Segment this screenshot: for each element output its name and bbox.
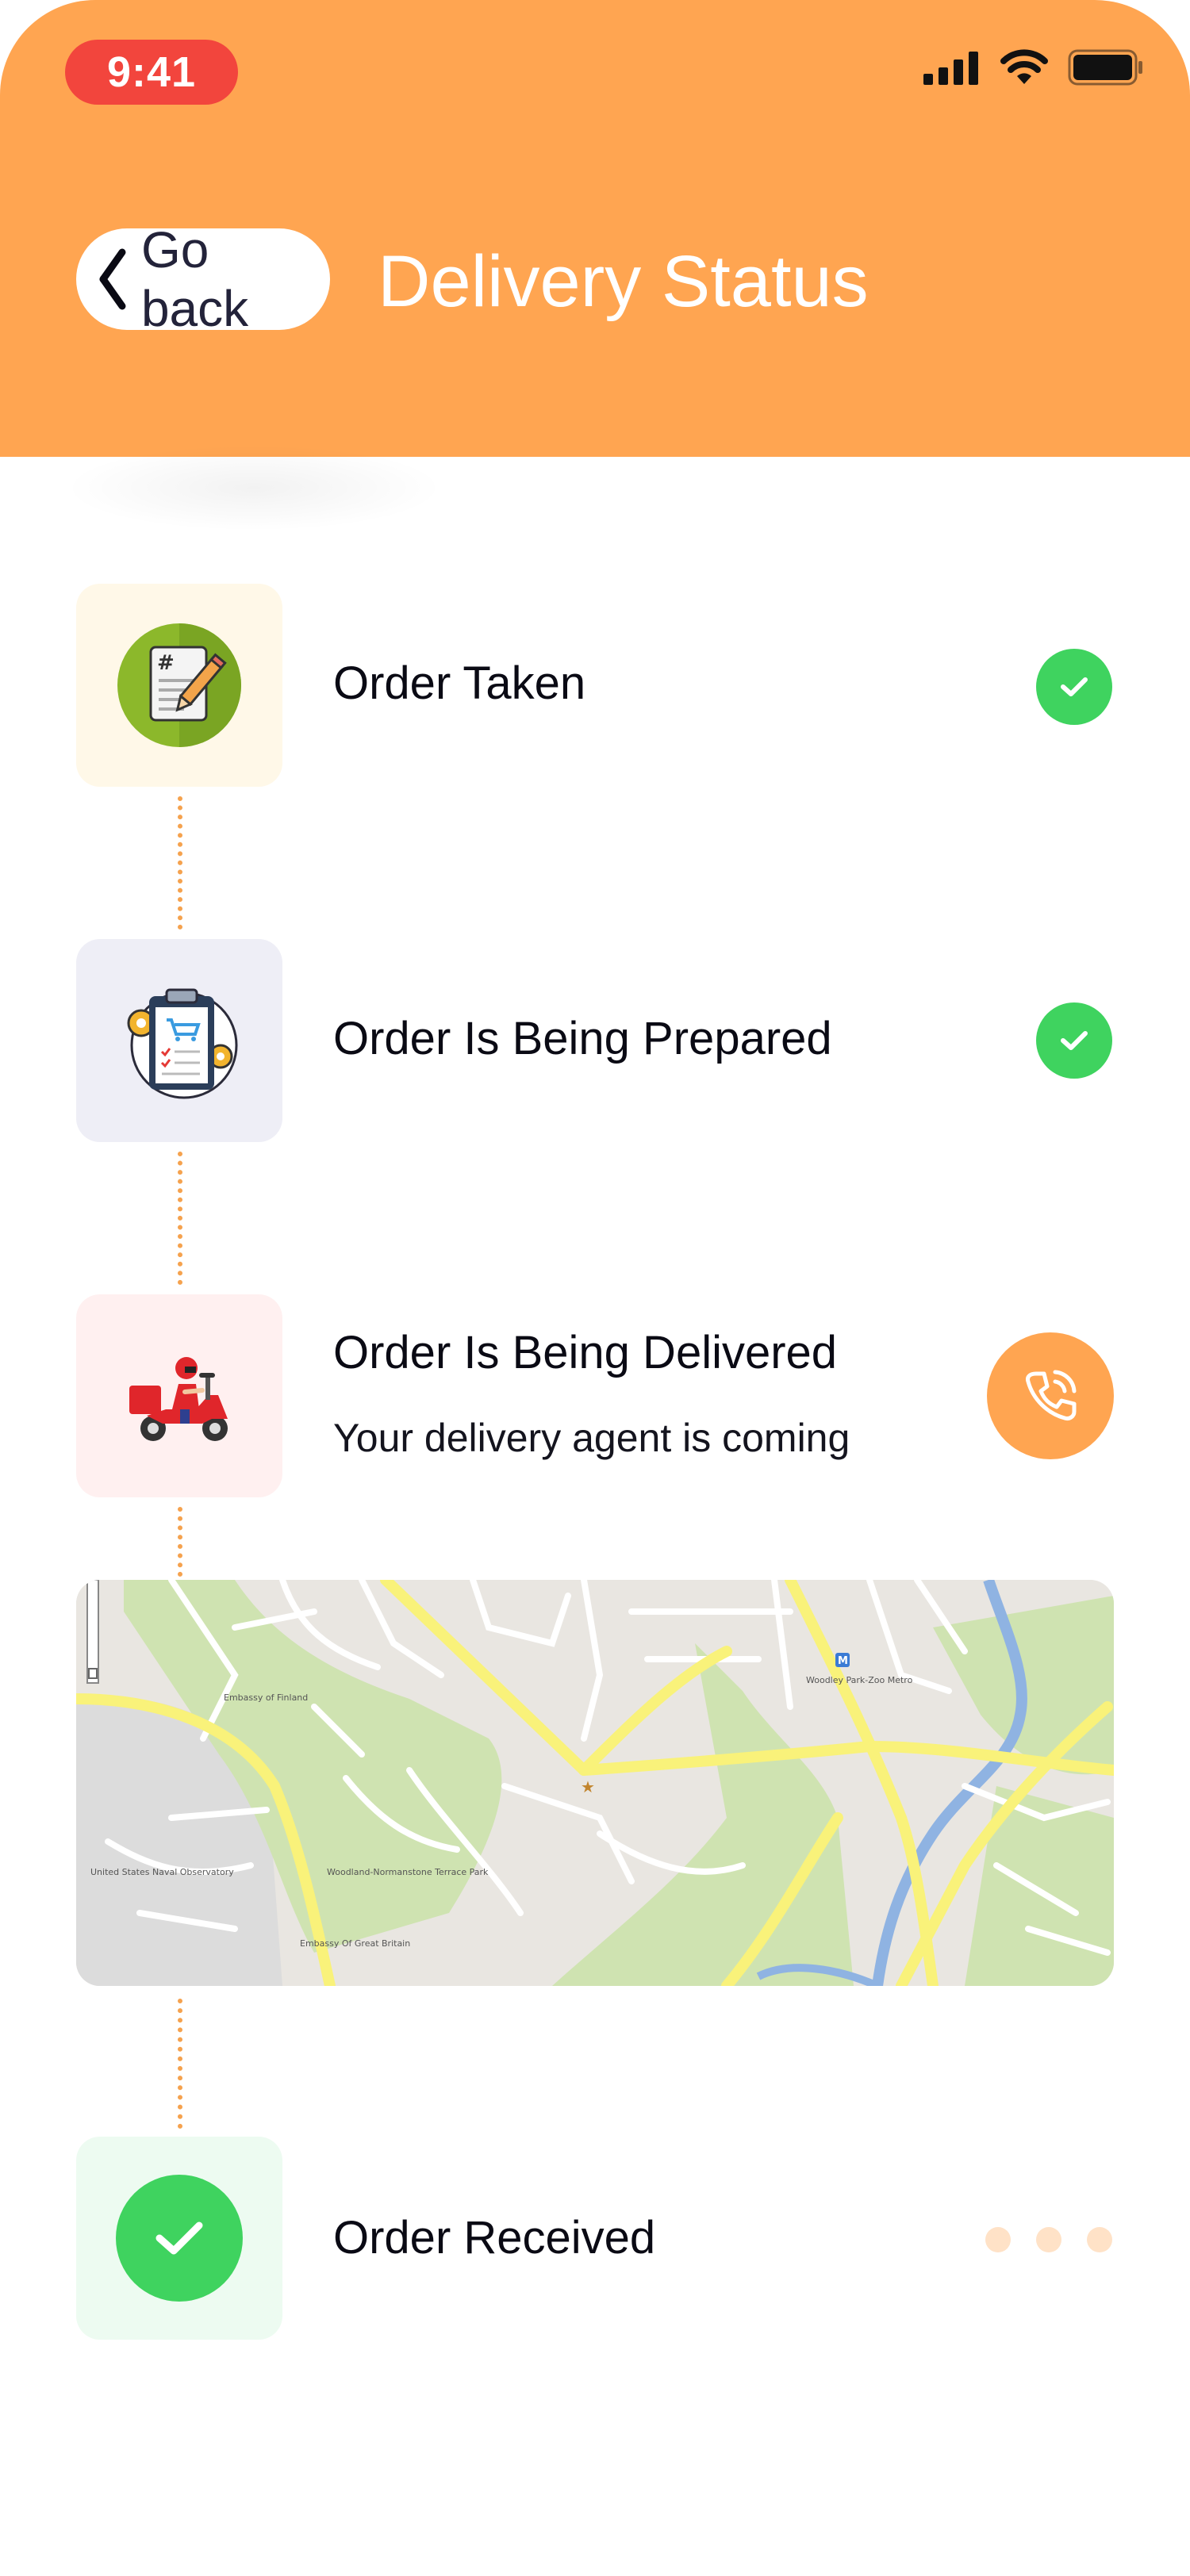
step-received-title: Order Received	[333, 2212, 656, 2264]
chevron-left-icon	[99, 248, 126, 310]
status-icons	[923, 49, 1144, 86]
header-shadow	[63, 444, 444, 531]
step-prepared-tile	[76, 939, 282, 1142]
page-title: Delivery Status	[378, 241, 869, 322]
order-form-icon: #	[117, 623, 241, 747]
scooter-courier-icon	[129, 1357, 228, 1441]
svg-text:★: ★	[581, 1777, 595, 1796]
go-back-label: Go back	[140, 221, 249, 337]
timeline-connector	[178, 796, 187, 930]
delivery-status-screen: 9:41 Go back Delivery Status # Order Tak…	[0, 0, 1190, 2576]
svg-text:#: #	[157, 651, 175, 675]
header: 9:41 Go back Delivery Status	[0, 0, 1190, 457]
map-label: United States Naval Observatory	[90, 1867, 234, 1877]
clipboard-cart-icon	[127, 988, 238, 1099]
map-label: Woodley Park-Zoo Metro	[806, 1675, 913, 1685]
step-order-taken-title: Order Taken	[333, 657, 586, 709]
step-delivered-subtitle: Your delivery agent is coming	[333, 1416, 850, 1460]
battery-icon	[1068, 49, 1142, 86]
timeline-connector	[178, 1152, 187, 1285]
call-agent-button[interactable]	[987, 1332, 1114, 1459]
step-received-tile	[76, 2137, 282, 2340]
check-icon	[116, 2175, 243, 2302]
map-canvas: M ★ Embassy of Finland Woodley Park-Zoo …	[76, 1580, 1114, 1986]
map-label: Embassy of Finland	[224, 1692, 308, 1703]
step-prepared-check-icon	[1036, 1002, 1112, 1079]
pending-dot	[985, 2227, 1011, 2252]
step-delivered-tile	[76, 1294, 282, 1497]
map-label: Embassy Of Great Britain	[300, 1938, 410, 1949]
step-delivered-title: Order Is Being Delivered	[333, 1327, 838, 1378]
signal-icon	[923, 52, 978, 85]
map-label: Woodland-Normanstone Terrace Park	[327, 1867, 489, 1877]
phone-icon	[1026, 1370, 1077, 1420]
pending-dot	[1036, 2227, 1061, 2252]
go-back-button[interactable]: Go back	[76, 221, 330, 337]
wifi-icon	[1000, 49, 1048, 84]
step-order-taken-tile: #	[76, 584, 282, 787]
pending-dot	[1087, 2227, 1112, 2252]
timeline-connector	[178, 1507, 187, 1577]
svg-text:M: M	[838, 1655, 848, 1667]
delivery-map[interactable]: M ★ Embassy of Finland Woodley Park-Zoo …	[76, 1580, 1114, 1986]
status-time: 9:41	[65, 40, 238, 105]
step-order-taken-check-icon	[1036, 649, 1112, 725]
step-prepared-title: Order Is Being Prepared	[333, 1013, 832, 1064]
timeline-connector	[178, 1999, 187, 2129]
